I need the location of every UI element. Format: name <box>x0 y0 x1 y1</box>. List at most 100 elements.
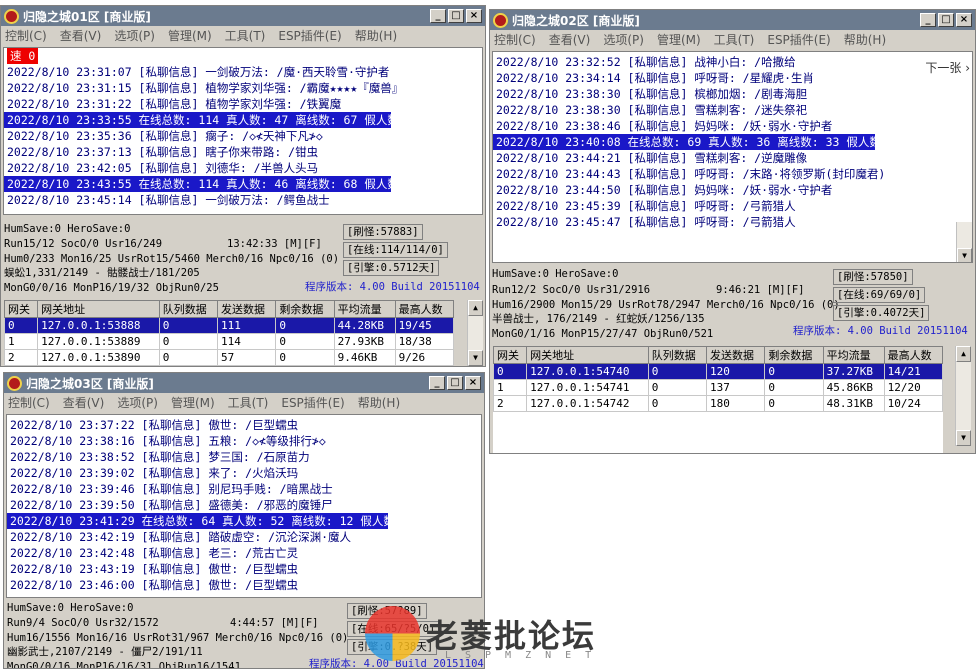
cell: 45.86KB <box>822 379 885 396</box>
menu-control[interactable]: 控制(C) <box>5 27 47 44</box>
log-line: 2022/8/10 23:38:30 [私聊信息] 槟榔加烟: /剧毒海胆 <box>496 87 808 101</box>
stat-mong: MonG0/0/16 MonP16/19/32 ObjRun0/25 <box>4 282 219 294</box>
log-panel[interactable]: 2022/8/10 23:32:52 [私聊信息] 战神小白: /哈撒给 202… <box>492 51 973 263</box>
cell: 0 <box>764 379 824 396</box>
col-sent[interactable]: 发送数据 <box>217 300 277 318</box>
cell: 120 <box>706 363 766 380</box>
menu-help[interactable]: 帮助(H) <box>844 31 886 48</box>
scroll-down-icon[interactable]: ▼ <box>956 430 971 446</box>
log-line: 2022/8/10 23:39:50 [私聊信息] 盛德美: /邪恶的魔锤尸 <box>10 498 333 512</box>
stat-run: Run15/12 SocO/0 Usr16/249 <box>4 238 163 250</box>
menu-esp-plugin[interactable]: ESP插件(E) <box>278 27 341 44</box>
cell: 1 <box>492 379 528 396</box>
window-titlebar[interactable]: 归隐之城02区 [商业版] _ □ × <box>490 10 975 30</box>
log-line: 2022/8/10 23:44:21 [私聊信息] 雪糕刺客: /逆魔雕像 <box>496 151 808 165</box>
log-line: 2022/8/10 23:31:22 [私聊信息] 植物学家刘华强: /铁翼魔 <box>7 97 342 111</box>
stat-save: HumSave:0 HeroSave:0 <box>7 602 134 614</box>
cell: 0 <box>275 317 335 334</box>
col-remain[interactable]: 剩余数据 <box>275 300 335 318</box>
menu-esp-plugin[interactable]: ESP插件(E) <box>281 394 344 411</box>
menu-manage[interactable]: 管理(M) <box>171 394 215 411</box>
cell: 27.93KB <box>333 333 396 350</box>
speed-indicator: 速 0 <box>7 48 39 64</box>
table-scrollbar[interactable]: ▲ ▼ <box>467 300 483 366</box>
close-button[interactable]: × <box>956 13 972 27</box>
menu-help[interactable]: 帮助(H) <box>358 394 400 411</box>
stat-save: HumSave:0 HeroSave:0 <box>4 223 131 235</box>
scroll-down-icon[interactable]: ▼ <box>468 350 483 366</box>
col-queue[interactable]: 队列数据 <box>647 346 708 364</box>
menu-manage[interactable]: 管理(M) <box>657 31 701 48</box>
scroll-up-icon[interactable]: ▲ <box>468 300 483 316</box>
col-sent[interactable]: 发送数据 <box>706 346 766 364</box>
col-queue[interactable]: 队列数据 <box>158 300 219 318</box>
close-button[interactable]: × <box>466 9 482 23</box>
menu-view[interactable]: 查看(V) <box>549 31 591 48</box>
maximize-button[interactable]: □ <box>448 9 464 23</box>
log-line: 2022/8/10 23:37:22 [私聊信息] 傲世: /巨型蠕虫 <box>10 418 299 432</box>
app-icon <box>7 375 22 391</box>
log-line: 2022/8/10 23:44:43 [私聊信息] 呼呀哥: /末路·将领罗斯(… <box>496 167 886 181</box>
menu-view[interactable]: 查看(V) <box>60 27 102 44</box>
col-address[interactable]: 网关地址 <box>526 346 649 364</box>
cell: 0 <box>647 395 708 412</box>
menu-options[interactable]: 选项(P) <box>117 394 158 411</box>
next-page-link[interactable]: 下一张 › <box>925 59 970 76</box>
col-max-users[interactable]: 最高人数 <box>394 300 455 318</box>
menu-control[interactable]: 控制(C) <box>8 394 50 411</box>
col-address[interactable]: 网关地址 <box>37 300 160 318</box>
table-row[interactable]: 2 127.0.0.1:54742 0 180 0 48.31KB 10/24 <box>492 395 944 412</box>
cell: 0 <box>647 379 708 396</box>
menu-control[interactable]: 控制(C) <box>494 31 536 48</box>
cell: 2 <box>3 349 39 366</box>
minimize-button[interactable]: _ <box>429 376 445 390</box>
scroll-down-icon[interactable]: ▼ <box>957 248 972 262</box>
log-scrollbar[interactable]: ▼ <box>956 222 972 262</box>
window-titlebar[interactable]: 归隐之城03区 [商业版] _ □ × <box>4 373 484 393</box>
maximize-button[interactable]: □ <box>447 376 463 390</box>
col-gateway[interactable]: 网关 <box>492 346 528 364</box>
server-window-01: 归隐之城01区 [商业版] _ □ × 控制(C) 查看(V) 选项(P) 管理… <box>0 5 486 367</box>
table-row[interactable]: 1 127.0.0.1:53889 0 114 0 27.93KB 18/38 <box>3 333 455 350</box>
table-row[interactable]: 1 127.0.0.1:54741 0 137 0 45.86KB 12/20 <box>492 379 944 396</box>
col-traffic[interactable]: 平均流量 <box>333 300 396 318</box>
table-row[interactable]: 2 127.0.0.1:53890 0 57 0 9.46KB 9/26 <box>3 349 455 366</box>
close-button[interactable]: × <box>465 376 481 390</box>
menu-options[interactable]: 选项(P) <box>603 31 644 48</box>
stat-hum: Hum0/233 Mon16/25 UsrRot15/5460 Merch0/1… <box>4 253 340 265</box>
minimize-button[interactable]: _ <box>430 9 446 23</box>
scroll-up-icon[interactable]: ▲ <box>956 346 971 362</box>
col-gateway[interactable]: 网关 <box>3 300 39 318</box>
online-counter: [在线:114/114/0] <box>343 242 448 258</box>
minimize-button[interactable]: _ <box>920 13 936 27</box>
menu-tools[interactable]: 工具(T) <box>714 31 755 48</box>
col-max-users[interactable]: 最高人数 <box>883 346 944 364</box>
col-remain[interactable]: 剩余数据 <box>764 346 824 364</box>
stat-time: 13:42:33 [M][F] <box>227 238 322 250</box>
col-traffic[interactable]: 平均流量 <box>822 346 885 364</box>
menu-help[interactable]: 帮助(H) <box>355 27 397 44</box>
menu-options[interactable]: 选项(P) <box>114 27 155 44</box>
log-line-online-summary: 2022/8/10 23:41:29 在线总数: 64 真人数: 52 离线数:… <box>7 513 416 529</box>
cell: 111 <box>217 317 277 334</box>
cell: 180 <box>706 395 766 412</box>
table-row[interactable]: 0 127.0.0.1:54740 0 120 0 37.27KB 14/21 <box>492 363 944 380</box>
version-label: 程序版本: 4.00 Build 20151104 <box>793 325 968 337</box>
menu-esp-plugin[interactable]: ESP插件(E) <box>767 31 830 48</box>
table-scrollbar[interactable]: ▲ ▼ <box>955 346 971 446</box>
menu-view[interactable]: 查看(V) <box>63 394 105 411</box>
window-titlebar[interactable]: 归隐之城01区 [商业版] _ □ × <box>1 6 485 26</box>
log-panel[interactable]: 2022/8/10 23:37:22 [私聊信息] 傲世: /巨型蠕虫 2022… <box>6 414 482 598</box>
menu-tools[interactable]: 工具(T) <box>225 27 266 44</box>
cell: 9/26 <box>394 349 455 366</box>
cell: 44.28KB <box>333 317 396 334</box>
menu-tools[interactable]: 工具(T) <box>228 394 269 411</box>
window-title: 归隐之城01区 [商业版] <box>23 9 151 24</box>
stat-time: 9:46:21 [M][F] <box>716 284 805 296</box>
log-panel[interactable]: 速 0 2022/8/10 23:31:07 [私聊信息] 一剑破万法: /魔·… <box>3 47 483 215</box>
table-row[interactable]: 0 127.0.0.1:53888 0 111 0 44.28KB 19/45 <box>3 317 455 334</box>
cell: 127.0.0.1:53889 <box>37 333 160 350</box>
menu-manage[interactable]: 管理(M) <box>168 27 212 44</box>
cell: 127.0.0.1:54742 <box>526 395 649 412</box>
maximize-button[interactable]: □ <box>938 13 954 27</box>
